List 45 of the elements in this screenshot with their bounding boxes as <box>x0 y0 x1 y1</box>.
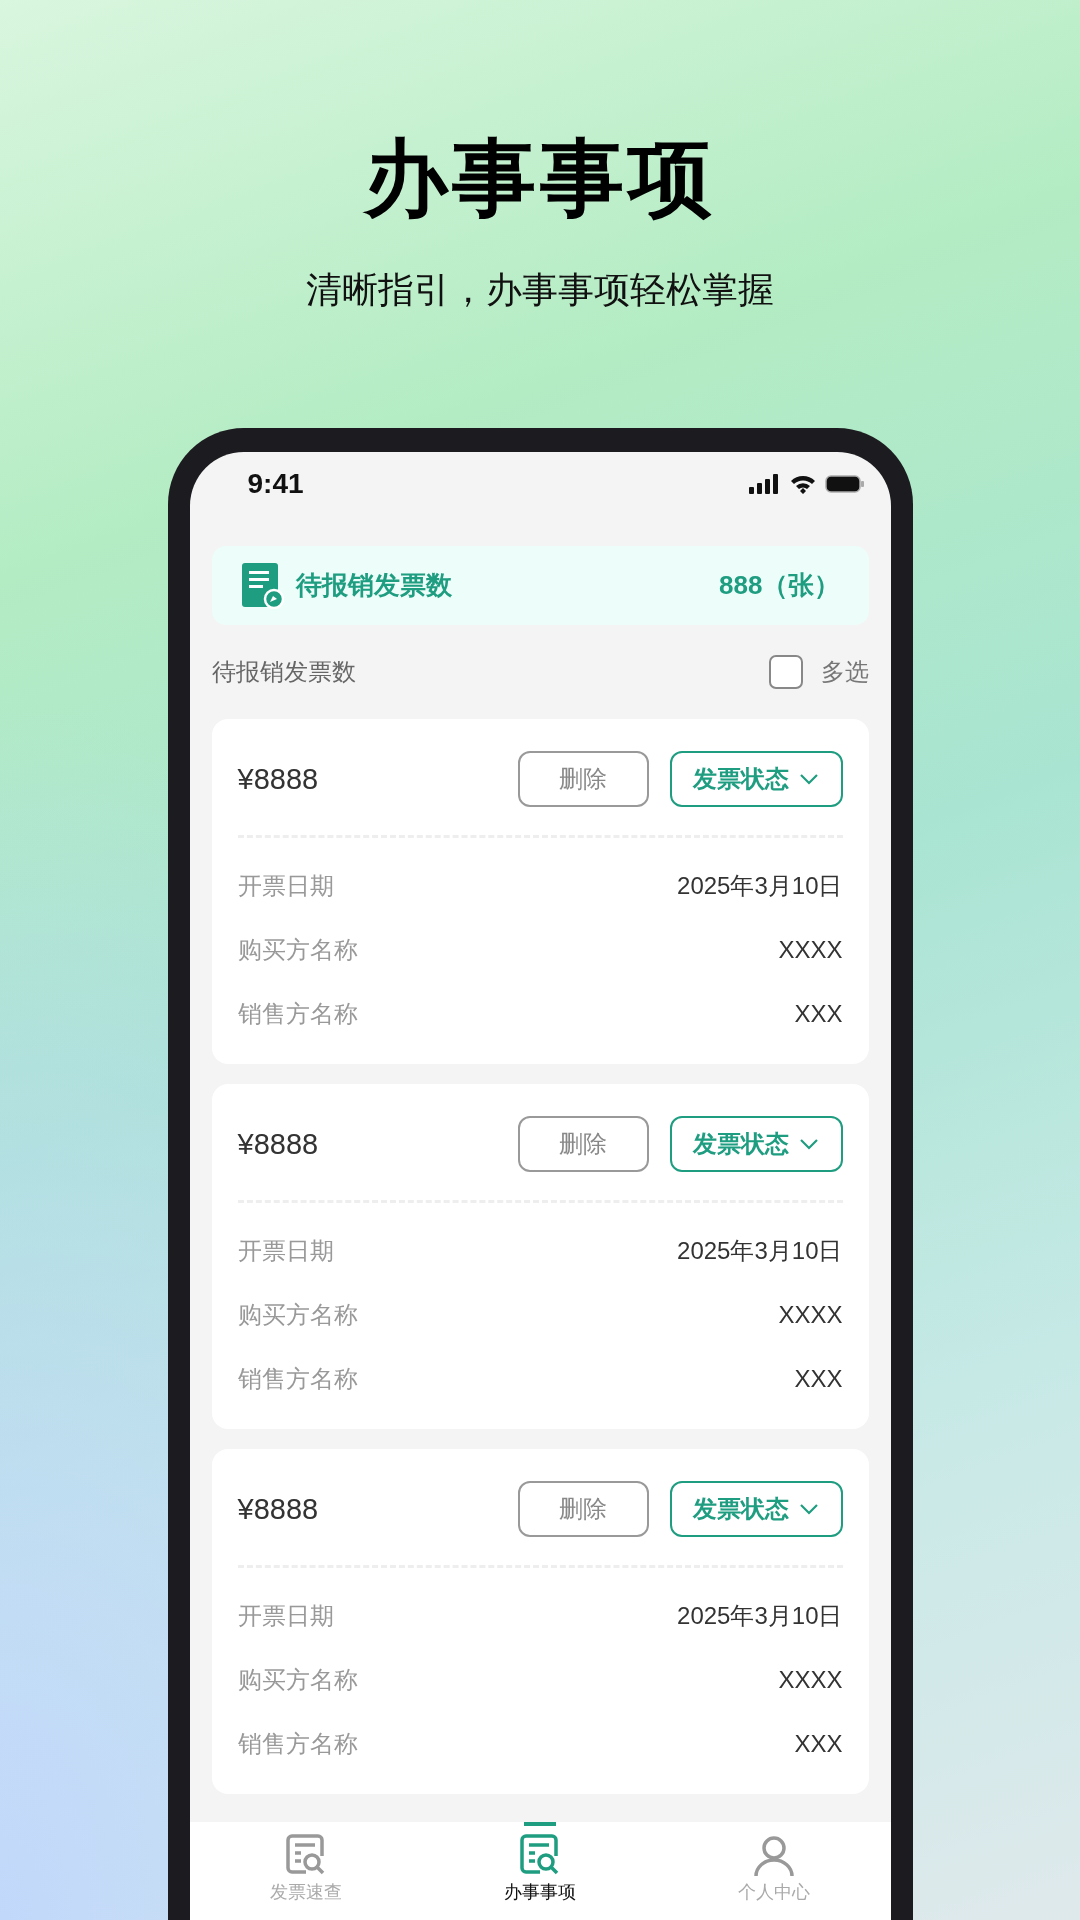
field-value: 2025年3月10日 <box>677 1236 843 1266</box>
chevron-down-icon <box>799 1503 819 1515</box>
list-title: 待报销发票数 <box>211 657 356 687</box>
field-value: XXXX <box>778 1301 843 1329</box>
tab-item[interactable]: 发票速查 <box>226 1822 387 1904</box>
delete-button[interactable]: 删除 <box>517 1481 649 1537</box>
tab-item[interactable]: 办事事项 <box>460 1822 620 1904</box>
invoice-status-dropdown[interactable]: 发票状态 <box>669 1116 843 1172</box>
field-value: XXXX <box>778 936 843 964</box>
invoice-amount: ¥8888 <box>237 1127 319 1161</box>
chevron-down-icon <box>799 1138 819 1150</box>
field-label: 购买方名称 <box>237 1665 358 1695</box>
invoice-status-dropdown[interactable]: 发票状态 <box>669 1481 843 1537</box>
field-value: XXXX <box>778 1666 843 1694</box>
battery-icon <box>824 474 865 494</box>
tab-item[interactable]: 个人中心 <box>693 1822 854 1904</box>
field-label: 开票日期 <box>237 1236 334 1266</box>
invoice-icon <box>241 562 284 609</box>
summary-label: 待报销发票数 <box>295 569 452 602</box>
invoice-amount: ¥8888 <box>237 1492 319 1526</box>
status-time: 9:41 <box>247 468 304 500</box>
delete-button[interactable]: 删除 <box>517 751 649 807</box>
field-label: 购买方名称 <box>237 1300 358 1330</box>
field-value: XXX <box>794 1000 843 1028</box>
field-label: 开票日期 <box>237 1601 334 1631</box>
field-label: 销售方名称 <box>237 999 358 1029</box>
multi-select-checkbox[interactable] <box>768 655 803 689</box>
delete-button[interactable]: 删除 <box>517 1116 649 1172</box>
invoice-amount: ¥8888 <box>237 762 319 796</box>
field-value: 2025年3月10日 <box>677 871 843 901</box>
field-label: 销售方名称 <box>237 1729 358 1759</box>
subtitle: 清晰指引，办事事项轻松掌握 <box>306 268 774 312</box>
field-label: 销售方名称 <box>237 1364 358 1394</box>
field-value: XXX <box>794 1730 843 1758</box>
field-value: XXX <box>794 1365 843 1393</box>
headline: 办事事项 <box>364 130 716 227</box>
field-label: 开票日期 <box>237 871 334 901</box>
multi-select-label: 多选 <box>820 657 869 687</box>
summary-count: 888（张） <box>719 569 841 602</box>
chevron-down-icon <box>799 773 819 785</box>
invoice-status-dropdown[interactable]: 发票状态 <box>669 751 843 807</box>
field-label: 购买方名称 <box>237 935 358 965</box>
field-value: 2025年3月10日 <box>677 1601 843 1631</box>
person-icon <box>751 1834 796 1878</box>
signal-icon <box>748 474 781 494</box>
